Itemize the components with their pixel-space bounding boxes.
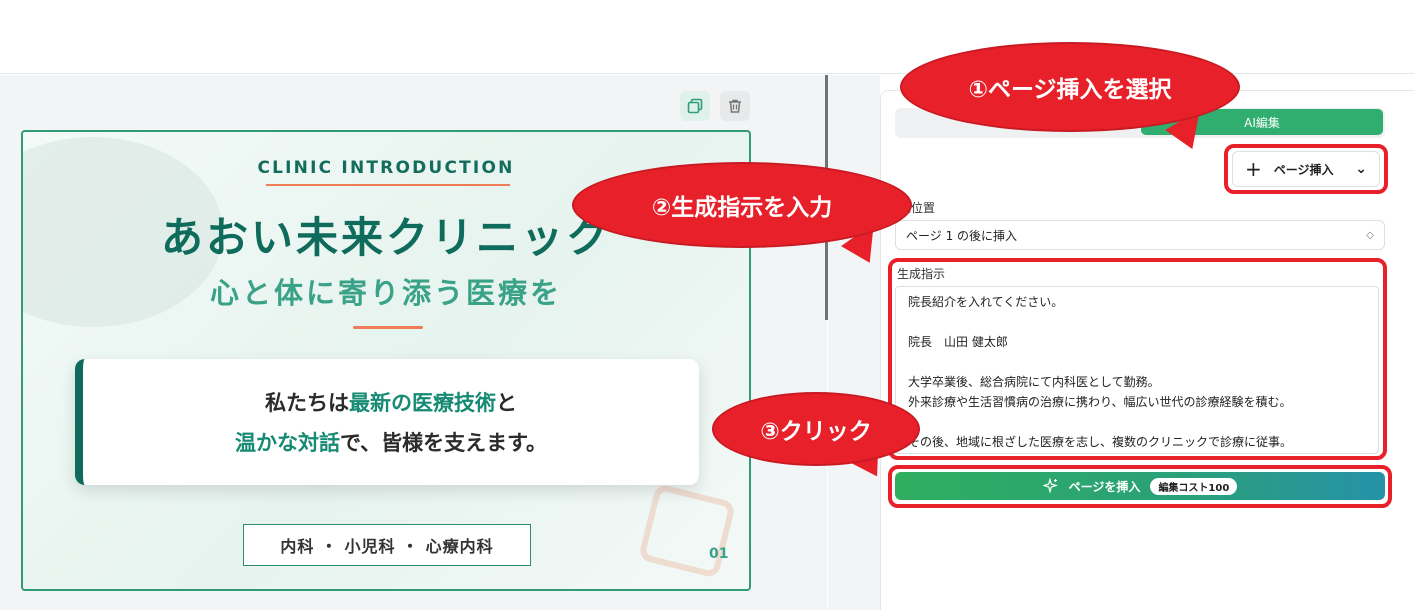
departments-box: 内科 ・ 小児科 ・ 心療内科 (243, 524, 531, 566)
select-arrows-icon: ◇ (1366, 229, 1374, 241)
message-segment: 私たちは (265, 391, 349, 415)
trash-icon (729, 99, 741, 113)
insert-position-select[interactable]: ページ 1 の後に挿入 ◇ (895, 220, 1385, 250)
accent-line (353, 326, 423, 329)
message-segment: で、皆様を支えます。 (339, 431, 548, 455)
message-card: 私たちは最新の医療技術と 温かな対話で、皆様を支えます。 (75, 359, 699, 485)
highlight-box-instruction (888, 258, 1387, 460)
message-highlight: 最新の医療技術 (349, 391, 496, 415)
message-segment: と (496, 391, 517, 415)
decorative-square (637, 483, 737, 579)
highlight-box-insert (1224, 144, 1388, 194)
slide-subtitle: 心と体に寄り添う医療を (209, 276, 562, 310)
message-highlight: 温かな対話 (234, 431, 340, 455)
duplicate-slide-button[interactable] (680, 91, 710, 121)
canvas-gap (828, 75, 880, 610)
slide-page-number: 01 (709, 546, 729, 562)
kicker-underline (266, 184, 510, 186)
callout-step-3: ③クリック (712, 392, 920, 466)
copy-icon (687, 98, 703, 114)
delete-slide-button[interactable] (720, 91, 750, 121)
callout-step-2: ②生成指示を入力 (572, 162, 912, 248)
message-line-1: 私たちは最新の医療技術と (265, 387, 517, 417)
message-line-2: 温かな対話で、皆様を支えます。 (235, 427, 547, 457)
highlight-box-button (888, 465, 1392, 508)
insert-position-value: ページ 1 の後に挿入 (906, 228, 1018, 243)
callout-step-1: ①ページ挿入を選択 (900, 42, 1240, 132)
